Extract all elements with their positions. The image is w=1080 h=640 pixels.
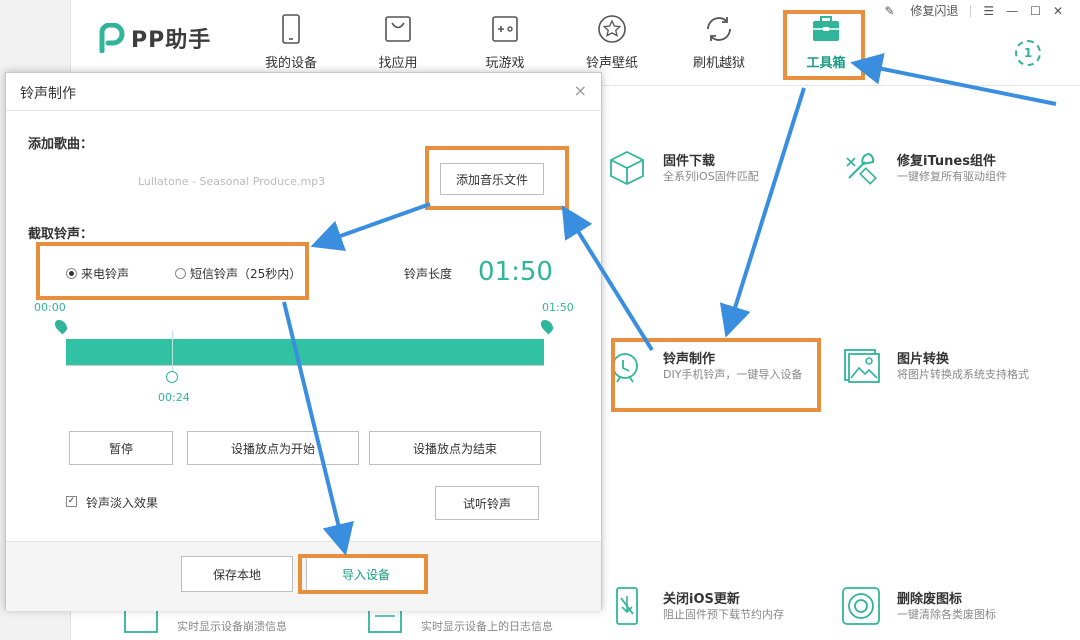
tool-desc: 实时显示设备崩溃信息 (177, 620, 287, 633)
tool-desc: 将图片转换成系统支持格式 (897, 368, 1029, 381)
delete-icon (842, 587, 880, 625)
cut-ringtone-label: 截取铃声： (28, 227, 94, 242)
radio-call-label: 来电铃声 (81, 267, 130, 281)
star-icon (598, 15, 626, 43)
tool-title: 图片转换 (897, 352, 950, 367)
playhead-line (172, 331, 173, 375)
tool-title: 铃声制作 (663, 352, 716, 367)
refresh-icon (707, 17, 731, 41)
tool-desc: DIY手机铃声，一键导入设备 (663, 368, 803, 381)
end-handle[interactable] (538, 317, 556, 335)
app-logo: PP助手 (99, 22, 211, 54)
phone-icon (282, 14, 300, 44)
add-song-label: 添加歌曲： (28, 137, 94, 152)
toolbox-icon (813, 16, 839, 41)
cube-icon (610, 150, 644, 186)
minimize-icon[interactable]: — (1006, 4, 1018, 18)
nav-label: 工具箱 (806, 56, 846, 71)
import-device-button[interactable]: 导入设备 (306, 556, 426, 592)
waveform-track[interactable] (66, 339, 544, 365)
nav-label: 找应用 (378, 56, 418, 71)
tool-firmware-download[interactable]: 固件下载 全系列iOS固件匹配 (607, 148, 807, 208)
length-value: 01:50 (478, 257, 553, 287)
nav-flash-jailbreak[interactable]: 刷机越狱 (674, 14, 764, 74)
start-time: 00:00 (34, 301, 66, 314)
add-music-file-button[interactable]: 添加音乐文件 (440, 163, 544, 195)
tool-image-convert[interactable]: 图片转换 将图片转换成系统支持格式 (841, 346, 1071, 406)
nav-games[interactable]: 玩游戏 (460, 14, 550, 74)
nav-ringtones-wallpapers[interactable]: 铃声壁纸 (567, 14, 657, 74)
end-time: 01:50 (542, 301, 574, 314)
preview-ringtone-button[interactable]: 试听铃声 (435, 486, 539, 520)
dialog-close-icon[interactable]: × (574, 81, 587, 100)
radio-sms-label: 短信铃声（25秒内） (190, 267, 302, 281)
app-bag-icon (385, 16, 411, 42)
dialog-title-bar: 铃声制作 × (6, 73, 601, 111)
wrench-icon (846, 152, 877, 185)
tool-desc: 全系列iOS固件匹配 (663, 170, 759, 183)
start-handle[interactable] (52, 317, 70, 335)
tool-title: 删除废图标 (897, 592, 963, 607)
repair-crash-label: 修复闪退 (910, 4, 959, 18)
no-update-icon (616, 587, 638, 625)
nav-label: 玩游戏 (485, 56, 525, 71)
track-baseline (66, 365, 544, 366)
tool-title: 固件下载 (663, 154, 716, 169)
window-controls: ✎ 修复闪退 ☰ — ☐ ✕ (873, 2, 1063, 19)
dialog-footer: 保存本地 导入设备 (6, 541, 601, 611)
dialog-title: 铃声制作 (20, 86, 76, 102)
nav-toolbox[interactable]: 工具箱 (781, 14, 871, 74)
radio-sms-ringtone[interactable] (175, 268, 187, 279)
tool-title: 关闭iOS更新 (663, 592, 740, 607)
tool-ringtone-maker[interactable]: 铃声制作 DIY手机铃声，一键导入设备 (607, 346, 817, 406)
fade-in-label: 铃声淡入效果 (86, 496, 159, 510)
nav-label: 铃声壁纸 (585, 56, 638, 71)
menu-icon[interactable]: ☰ (983, 4, 994, 18)
set-start-button[interactable]: 设播放点为开始 (187, 431, 359, 465)
download-badge[interactable]: 1 (1015, 40, 1041, 66)
divider (970, 4, 972, 17)
pause-button[interactable]: 暂停 (69, 431, 173, 465)
tool-title: 修复iTunes组件 (897, 154, 996, 169)
ringtone-type-group: 来电铃声 短信铃声（25秒内） (66, 265, 301, 282)
nav-my-device[interactable]: 我的设备 (246, 14, 336, 74)
maximize-icon[interactable]: ☐ (1030, 4, 1041, 18)
tool-repair-itunes[interactable]: 修复iTunes组件 一键修复所有驱动组件 (841, 148, 1071, 208)
tool-desc: 一键清除各类废图标 (897, 608, 996, 621)
song-filename: Lullatone - Seasonal Produce.mp3 (138, 175, 326, 188)
tool-desc: 一键修复所有驱动组件 (897, 170, 1007, 183)
save-local-button[interactable]: 保存本地 (181, 556, 293, 592)
image-icon (844, 349, 880, 383)
playhead-handle[interactable] (166, 371, 178, 383)
gamepad-icon (492, 16, 518, 42)
fade-in-checkbox[interactable]: ✓ (66, 496, 77, 507)
nav-label: 我的设备 (264, 56, 317, 71)
nav-label: 刷机越狱 (692, 56, 745, 71)
ringtone-maker-dialog: 铃声制作 × 添加歌曲： Lullatone - Seasonal Produc… (5, 72, 602, 611)
set-end-button[interactable]: 设播放点为结束 (369, 431, 541, 465)
radio-call-ringtone[interactable] (66, 268, 77, 279)
app-name: PP助手 (131, 28, 212, 53)
play-time: 00:24 (158, 391, 190, 404)
tool-delete-icons[interactable]: 删除废图标 一键清除各类废图标 (841, 586, 1071, 640)
bell-icon (612, 353, 638, 383)
tool-desc: 实时显示设备上的日志信息 (421, 620, 553, 633)
tool-disable-ios-update[interactable]: 关闭iOS更新 阻止固件预下载节约内存 (607, 586, 817, 640)
close-icon[interactable]: ✕ (1053, 4, 1063, 18)
nav-find-apps[interactable]: 找应用 (353, 14, 443, 74)
length-label: 铃声长度 (404, 267, 453, 281)
tool-desc: 阻止固件预下载节约内存 (663, 608, 784, 621)
pp-logo-icon (99, 22, 125, 54)
repair-crash-button[interactable]: ✎ 修复闪退 (885, 2, 959, 19)
